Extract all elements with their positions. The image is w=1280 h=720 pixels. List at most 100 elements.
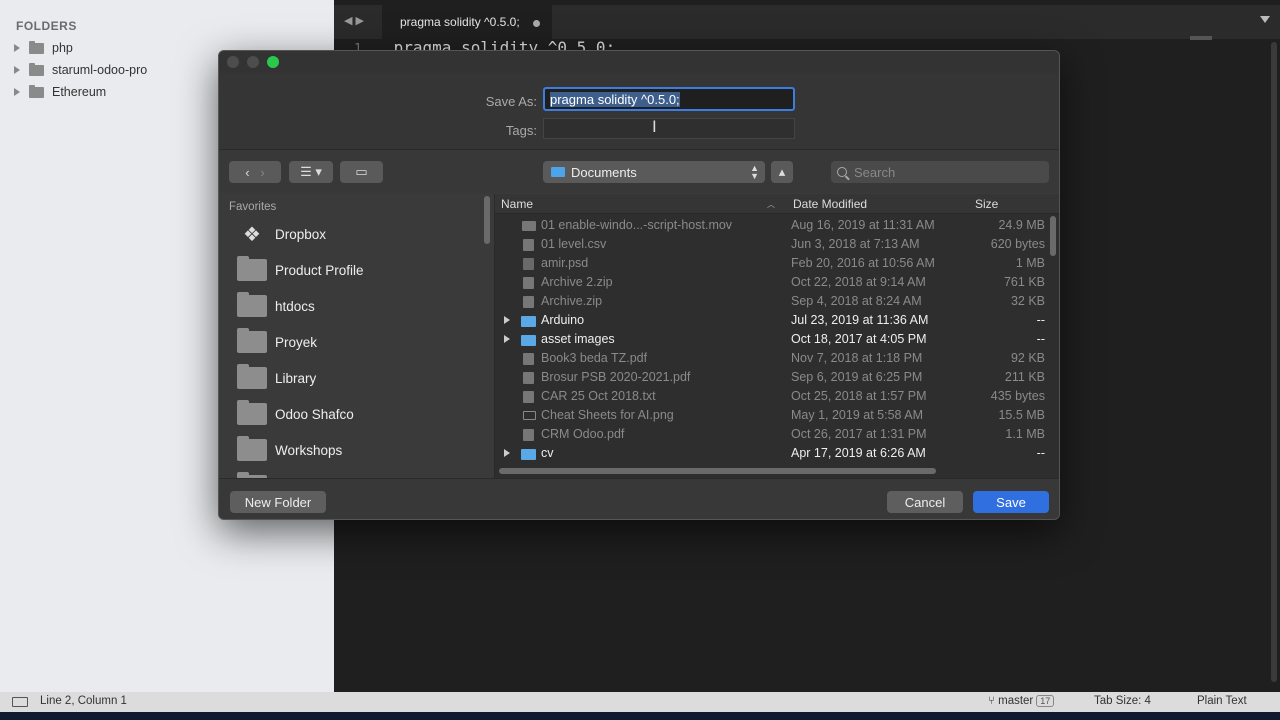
sort-chevron-icon[interactable]: ︿ (767, 199, 775, 210)
text-cursor-icon: Ⅰ (652, 119, 657, 136)
favorite-product-profile[interactable]: Product Profile (237, 255, 364, 285)
sidebar-folder-php[interactable]: php (14, 38, 73, 58)
search-field[interactable]: Search (831, 161, 1049, 183)
file-row[interactable]: Cheat Sheets for AI.png May 1, 2019 at 5:… (495, 406, 1047, 425)
minimap[interactable] (1190, 36, 1212, 40)
collapse-button[interactable]: ▴ (771, 161, 793, 183)
disclosure-triangle-icon[interactable] (14, 88, 20, 96)
file-size: 92 KB (1010, 351, 1045, 365)
tab-title: pragma solidity ^0.5.0; (400, 15, 520, 29)
folder-row[interactable]: cv Apr 17, 2019 at 6:26 AM -- (495, 444, 1047, 463)
dialog-footer: New Folder Cancel Save (219, 478, 1059, 519)
view-mode-button[interactable]: ☰ ▾ (289, 161, 333, 183)
file-name: CAR 25 Oct 2018.txt (541, 389, 656, 403)
file-size: 15.5 MB (998, 408, 1045, 422)
file-size: 211 KB (1004, 370, 1045, 384)
favorite-label: htdocs (275, 298, 315, 314)
updown-chevron-icon: ▲ ▼ (750, 163, 759, 181)
browser-toolbar: ‹ › ☰ ▾ ▭ Documents ▲ ▼ ▴ Search (219, 149, 1059, 193)
file-name: Cheat Sheets for AI.png (541, 408, 674, 422)
favorite-dropbox[interactable]: ❖ Dropbox (237, 219, 326, 249)
file-row[interactable]: Book3 beda TZ.pdf Nov 7, 2018 at 1:18 PM 9… (495, 349, 1047, 368)
tab-active-file[interactable]: pragma solidity ^0.5.0; (382, 5, 552, 39)
disclosure-triangle-icon[interactable] (504, 316, 510, 324)
disclosure-triangle-icon[interactable] (504, 335, 510, 343)
tab-nav-arrows-icon[interactable]: ◀ ▶ (344, 14, 364, 27)
cursor-position: Line 2, Column 1 (40, 695, 127, 707)
file-date: Aug 16, 2019 at 11:31 AM (791, 218, 935, 232)
back-forward-buttons[interactable]: ‹ › (229, 161, 281, 183)
file-name: 01 level.csv (541, 237, 607, 251)
folder-row[interactable]: asset images Oct 18, 2017 at 4:05 PM -- (495, 330, 1047, 349)
folder-row[interactable]: Arduino Jul 23, 2019 at 11:36 AM -- (495, 311, 1047, 330)
save-button[interactable]: Save (973, 491, 1049, 513)
folder-icon (521, 449, 536, 460)
file-list-hscrollbar[interactable] (499, 468, 936, 474)
favorite-workshops[interactable]: Workshops (237, 435, 342, 465)
favorites-scrollbar[interactable] (484, 196, 490, 244)
search-placeholder: Search (854, 164, 896, 180)
cancel-button[interactable]: Cancel (887, 491, 963, 513)
dialog-titlebar (219, 51, 1059, 73)
favorite-htdocs[interactable]: htdocs (237, 291, 315, 321)
column-name[interactable]: Name (501, 197, 533, 211)
folder-icon (237, 400, 267, 425)
column-size[interactable]: Size (975, 197, 998, 211)
tags-label: Tags: (505, 123, 537, 138)
column-date[interactable]: Date Modified (793, 197, 867, 211)
file-row[interactable]: Archive.zip Sep 4, 2018 at 8:24 AM 32 KB (495, 292, 1047, 311)
disclosure-triangle-icon[interactable] (14, 44, 20, 52)
file-date: Oct 26, 2017 at 1:31 PM (791, 427, 927, 441)
file-date: Feb 20, 2016 at 10:56 AM (791, 256, 935, 270)
disclosure-triangle-icon[interactable] (14, 66, 20, 74)
folder-label: Ethereum (52, 85, 107, 99)
favorite-proyek[interactable]: Proyek (237, 327, 317, 357)
tab-size[interactable]: Tab Size: 4 (1094, 695, 1151, 707)
new-folder-button[interactable]: New Folder (230, 491, 326, 513)
location-popup[interactable]: Documents ▲ ▼ (543, 161, 765, 183)
search-icon (837, 167, 847, 177)
favorite-label: Dropbox (275, 226, 327, 242)
file-row[interactable]: amir.psd Feb 20, 2016 at 10:56 AM 1 MB (495, 254, 1047, 273)
folder-label: staruml-odoo-pro (52, 63, 148, 77)
syntax-mode[interactable]: Plain Text (1197, 695, 1247, 707)
favorite-odoo-shafco[interactable]: Odoo Shafco (237, 399, 354, 429)
disclosure-triangle-icon[interactable] (504, 449, 510, 457)
documents-folder-icon (551, 167, 565, 177)
folder-icon (521, 335, 536, 346)
file-list: Name ︿ Date Modified Size 01 enable-wind… (495, 194, 1059, 478)
new-folder-toolbar-button[interactable]: ▭ (340, 161, 383, 183)
tags-field[interactable] (543, 118, 795, 139)
editor-scrollbar[interactable] (1271, 42, 1277, 682)
forward-icon[interactable]: › (260, 165, 264, 180)
location-label: Documents (571, 164, 637, 180)
favorite-library[interactable]: Library (237, 363, 316, 393)
file-row[interactable]: Brosur PSB 2020-2021.pdf Sep 6, 2019 at 6… (495, 368, 1047, 387)
sidebar-folder-ethereum[interactable]: Ethereum (14, 82, 106, 102)
zip-file-icon (523, 277, 534, 289)
filename-section: Save As: pragma solidity ^0.5.0; Tags: Ⅰ (219, 73, 1059, 149)
git-branch[interactable]: ⑂ master 17 (988, 695, 1055, 707)
sidebar-folder-staruml[interactable]: staruml-odoo-pro (14, 60, 147, 80)
zoom-window-icon[interactable] (267, 56, 279, 68)
favorites-title: Favorites (229, 201, 277, 213)
file-size: 620 bytes (990, 237, 1045, 251)
back-icon[interactable]: ‹ (245, 165, 249, 180)
unsaved-dot-icon[interactable] (533, 20, 540, 27)
file-row[interactable]: Archive 2.zip Oct 22, 2018 at 9:14 AM 761 … (495, 273, 1047, 292)
file-row[interactable]: CRM Odoo.pdf Oct 26, 2017 at 1:31 PM 1.1 M… (495, 425, 1047, 444)
file-row[interactable]: CAR 25 Oct 2018.txt Oct 25, 2018 at 1:57 … (495, 387, 1047, 406)
favorite-label: Proyek (275, 334, 318, 350)
file-row[interactable]: 01 level.csv Jun 3, 2018 at 7:13 AM 620 by… (495, 235, 1047, 254)
panel-toggle-icon[interactable] (12, 697, 28, 707)
file-date: Sep 4, 2018 at 8:24 AM (791, 294, 922, 308)
minimize-window-icon[interactable] (247, 56, 259, 68)
file-list-vscrollbar[interactable] (1050, 216, 1056, 256)
favorite-partial[interactable] (237, 471, 275, 478)
close-window-icon[interactable] (227, 56, 239, 68)
branch-count-badge: 17 (1036, 695, 1055, 707)
tab-bar: ◀ ▶ pragma solidity ^0.5.0; (334, 5, 1280, 39)
tab-menu-icon[interactable] (1260, 16, 1270, 23)
save-as-field[interactable]: pragma solidity ^0.5.0; (543, 87, 795, 111)
file-row[interactable]: 01 enable-windo...-script-host.mov Aug 16… (495, 216, 1047, 235)
